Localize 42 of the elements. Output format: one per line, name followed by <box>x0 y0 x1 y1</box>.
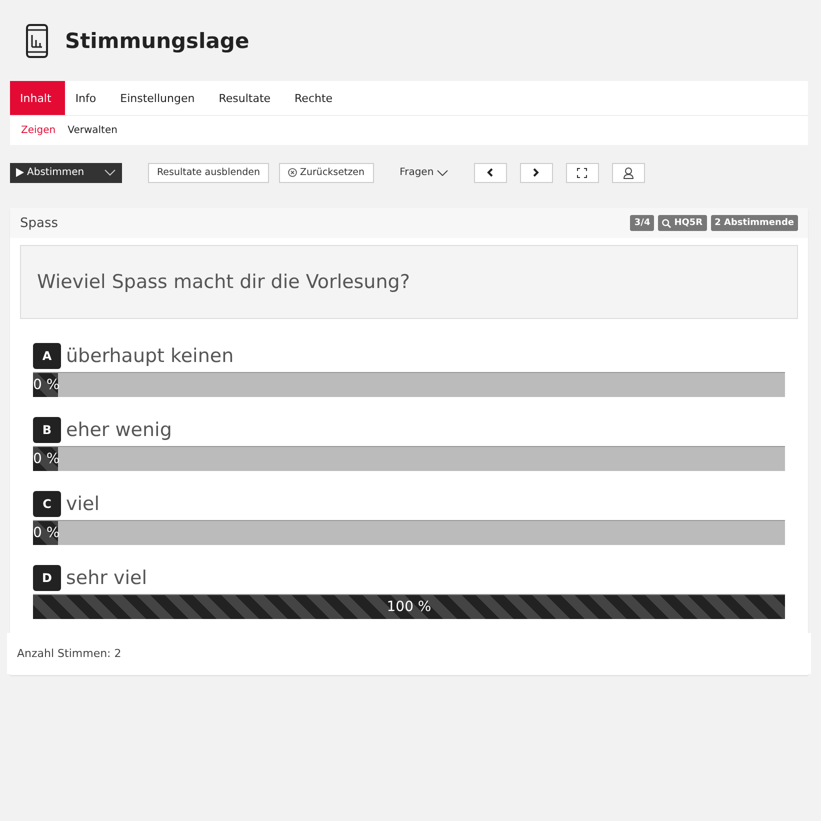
badge: 3/4 <box>630 215 654 231</box>
hide-results-button[interactable]: Resultate ausblenden <box>148 162 269 182</box>
tab[interactable]: Resultate <box>208 81 285 115</box>
letter-label: A <box>33 343 61 369</box>
play-icon <box>16 168 24 177</box>
answer-text: eher wenig <box>66 419 172 441</box>
subtab[interactable]: Zeigen <box>15 125 62 136</box>
tab[interactable]: Info <box>65 81 110 115</box>
previous-button[interactable] <box>474 162 507 182</box>
letter-label: D <box>33 565 61 591</box>
phone-chart-icon <box>26 24 48 58</box>
next-button[interactable] <box>520 162 553 182</box>
tab[interactable]: Inhalt <box>10 81 66 115</box>
answer-text: überhaupt keinen <box>66 345 234 367</box>
vote-count: Anzahl Stimmen: 2 <box>17 647 122 660</box>
chevron-left-icon <box>487 168 494 177</box>
answer-text: sehr viel <box>66 567 147 589</box>
subtab[interactable]: Verwalten <box>62 125 124 136</box>
participants-button[interactable] <box>612 162 645 182</box>
user-icon <box>622 166 634 178</box>
tab[interactable]: Rechte <box>284 81 347 115</box>
vote-label: Abstimmen <box>27 167 84 178</box>
chevron-right-icon <box>533 168 540 177</box>
badge: 2 Abstimmende <box>710 215 798 231</box>
question-text: Wieviel Spass macht dir die Vorlesung? <box>37 271 410 293</box>
search-icon <box>662 218 672 228</box>
questions-dropdown[interactable]: Fragen <box>394 166 454 179</box>
badge: HQ5R <box>658 215 707 231</box>
expand-icon <box>577 168 588 178</box>
fullscreen-button[interactable] <box>566 162 599 182</box>
letter-label: B <box>33 417 61 443</box>
answer-text: viel <box>66 493 100 515</box>
reset-button[interactable]: Zurücksetzen <box>279 162 374 182</box>
page-title: Stimmungslage <box>65 29 250 53</box>
percent-label: 100 % <box>386 599 432 615</box>
close-circle-icon <box>288 168 297 177</box>
question-title: Spass <box>20 216 58 230</box>
tab[interactable]: Einstellungen <box>110 81 209 115</box>
letter-label: C <box>33 491 61 517</box>
chevron-down-icon[interactable] <box>104 169 116 176</box>
chevron-down-icon <box>436 170 448 176</box>
vote-split-button[interactable]: Abstimmen <box>10 162 122 182</box>
